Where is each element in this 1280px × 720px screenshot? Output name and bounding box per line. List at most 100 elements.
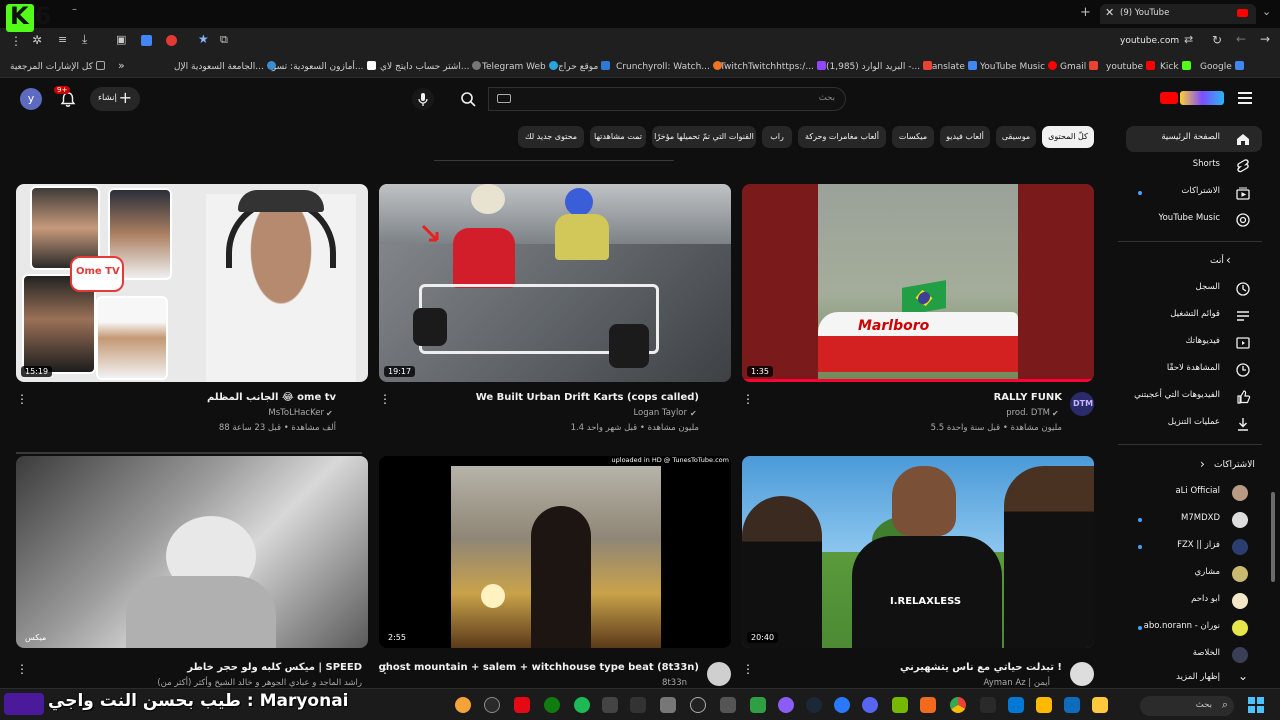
site-settings-icon[interactable]: ⇄ (1184, 33, 1193, 46)
video-thumbnail[interactable]: 19:17 (379, 184, 731, 382)
app-icon[interactable] (720, 697, 736, 713)
channel-avatar[interactable] (1070, 662, 1094, 686)
avatar[interactable]: y (20, 88, 42, 110)
chip-mixes[interactable]: ميكسات (892, 126, 934, 148)
sidebar-item-shorts[interactable]: Shorts (1126, 153, 1262, 179)
netflix-icon[interactable] (514, 697, 530, 713)
bookmark-item[interactable]: Gmail (1060, 61, 1099, 72)
back-icon[interactable]: ← (1236, 32, 1246, 46)
url-text[interactable]: youtube.com (1120, 36, 1179, 46)
menu-dots-icon[interactable]: ⋮ (10, 34, 22, 48)
bookmark-item[interactable]: الجامعة السعودية الإل... (174, 61, 276, 72)
bookmark-item[interactable]: Kick (1160, 61, 1191, 72)
channel-name[interactable]: 8t33n (662, 678, 687, 688)
bookmark-item[interactable]: كل الإشارات المرجعية (10, 61, 105, 72)
app-icon[interactable] (484, 697, 500, 713)
channel-avatar[interactable]: DTM (1070, 392, 1094, 416)
voice-search-icon[interactable] (412, 88, 434, 110)
app-icon[interactable] (920, 697, 936, 713)
sidebar-sub-item[interactable]: aLi Official (1126, 480, 1262, 506)
bookmark-item[interactable]: Crunchyroll: Watch... (616, 61, 722, 72)
video-thumbnail[interactable]: Marlboro 1:35 (742, 184, 1094, 382)
tab-youtube[interactable]: ✕ (9) YouTube (1100, 4, 1256, 24)
channel-name[interactable]: MsToLHacKer (268, 408, 324, 418)
more-actions-icon[interactable]: ⋮ (379, 662, 391, 676)
new-tab-icon[interactable]: + (1080, 5, 1091, 20)
star-icon[interactable]: ★ (198, 32, 209, 46)
chip-video-games[interactable]: ألعاب فيديو (940, 126, 990, 148)
tab-search-icon[interactable]: ⌄ (1262, 5, 1271, 18)
video-title[interactable]: الجانب المظلم 😂 ome tv (207, 392, 336, 403)
forward-icon[interactable]: → (1260, 32, 1270, 46)
sidebar-item-downloads[interactable]: عمليات التنزيل (1126, 411, 1262, 437)
app-icon[interactable] (778, 697, 794, 713)
sidebar-show-more[interactable]: إظهار المزيد ⌄ (1126, 666, 1262, 688)
sidebar-sub-item[interactable]: مشاري (1126, 561, 1262, 587)
create-button[interactable]: + إنشاء (90, 87, 140, 111)
video-thumbnail[interactable]: Ome TV 15:19 (16, 184, 368, 382)
sidebar-item-your-videos[interactable]: فيديوهاتك (1126, 330, 1262, 356)
download-icon[interactable]: ⤓ (82, 32, 87, 47)
chip-recently-uploaded[interactable]: القنوات التي تمّ تحميلها مؤخرًا (652, 126, 756, 148)
hamburger-menu-icon[interactable] (1238, 92, 1252, 104)
sidebar-item-watch-later[interactable]: المشاهدة لاحقًا (1126, 357, 1262, 383)
sidebar-item-home[interactable]: الصفحة الرئيسية (1126, 126, 1262, 152)
more-actions-icon[interactable]: ⋮ (379, 392, 391, 406)
app-icon[interactable] (750, 697, 766, 713)
sidebar-scrollbar[interactable] (1271, 492, 1275, 582)
steam-icon[interactable] (806, 697, 822, 713)
bookmark-item[interactable]: Google (1200, 61, 1244, 72)
xbox-icon[interactable] (544, 697, 560, 713)
bookmark-item[interactable]: موقع حراج (558, 61, 611, 72)
minimize-icon[interactable]: – (72, 4, 77, 15)
red-ext-icon[interactable] (166, 35, 177, 46)
sidebar-sub-item[interactable]: abo.norann - نوران (1126, 615, 1262, 641)
app-icon[interactable] (660, 697, 676, 713)
you-section-header[interactable]: أنت (1210, 256, 1224, 266)
bookmark-item[interactable]: YouTube Music (980, 61, 1058, 72)
sidebar-sub-item[interactable]: M7MDXD (1126, 507, 1262, 533)
more-actions-icon[interactable]: ⋮ (742, 662, 754, 676)
reload-icon[interactable]: ↻ (1212, 33, 1222, 47)
chip-rap[interactable]: راب (762, 126, 792, 148)
channel-name[interactable]: prod. DTM (1006, 408, 1050, 418)
app-icon[interactable] (892, 697, 908, 713)
video-title[interactable]: RALLY FUNK (994, 392, 1062, 403)
sidebar-item-liked[interactable]: الفيديوهات التي أعجبتني (1126, 384, 1262, 410)
app-icon[interactable] (1008, 697, 1024, 713)
subscriptions-section-header[interactable]: الاشتراكات (1214, 460, 1255, 470)
install-icon[interactable]: ⧉ (220, 33, 228, 47)
more-actions-icon[interactable]: ⋮ (742, 392, 754, 406)
video-thumbnail[interactable]: I.RELAXLESS 20:40 (742, 456, 1094, 648)
sidebar-sub-item[interactable]: ابو داحم (1126, 588, 1262, 614)
sidebar-item-subscriptions[interactable]: الاشتراكات (1126, 180, 1262, 206)
bookmark-more-icon[interactable]: » (118, 59, 125, 72)
sidebar-item-history[interactable]: السجل (1126, 276, 1262, 302)
search-input[interactable]: بحث (488, 87, 846, 111)
sidebar-sub-item[interactable]: الخلاصة (1126, 642, 1262, 668)
video-title[interactable]: تبدلت حياتي مع ناس يتشهيرني ! (900, 662, 1062, 673)
chrome-icon[interactable] (950, 697, 966, 713)
more-actions-icon[interactable]: ⋮ (16, 392, 28, 406)
keyboard-icon[interactable] (497, 94, 511, 103)
app-icon[interactable] (602, 697, 618, 713)
chip-music[interactable]: موسيقى (996, 126, 1036, 148)
channel-avatar[interactable] (707, 662, 731, 686)
video-thumbnail[interactable]: uploaded in HD @ TunesToTube.com 2:55 (379, 456, 731, 648)
translate-ext-icon[interactable] (141, 35, 152, 46)
bookmark-item[interactable]: youtube (1106, 61, 1156, 72)
app-icon[interactable] (690, 697, 706, 713)
channel-name[interactable]: Ayman Az | أيمن (983, 678, 1050, 688)
video-thumbnail[interactable]: ميكس (16, 456, 368, 648)
app-icon[interactable] (455, 697, 471, 713)
bookmark-item[interactable]: البريد الوارد (1,985) -... (826, 61, 933, 72)
chip-all[interactable]: كلّ المحتوى (1042, 126, 1094, 148)
spotify-icon[interactable] (574, 697, 590, 713)
search-button[interactable] (448, 87, 488, 111)
more-actions-icon[interactable]: ⋮ (16, 662, 28, 676)
app-icon[interactable] (1064, 697, 1080, 713)
bookmark-item[interactable]: TwitchTwitchhttps:/... (720, 61, 826, 72)
bookmark-item[interactable]: Telegram Web (482, 61, 558, 72)
chip-new-to-you[interactable]: محتوى جديد لك (518, 126, 584, 148)
start-button[interactable] (1248, 697, 1264, 713)
